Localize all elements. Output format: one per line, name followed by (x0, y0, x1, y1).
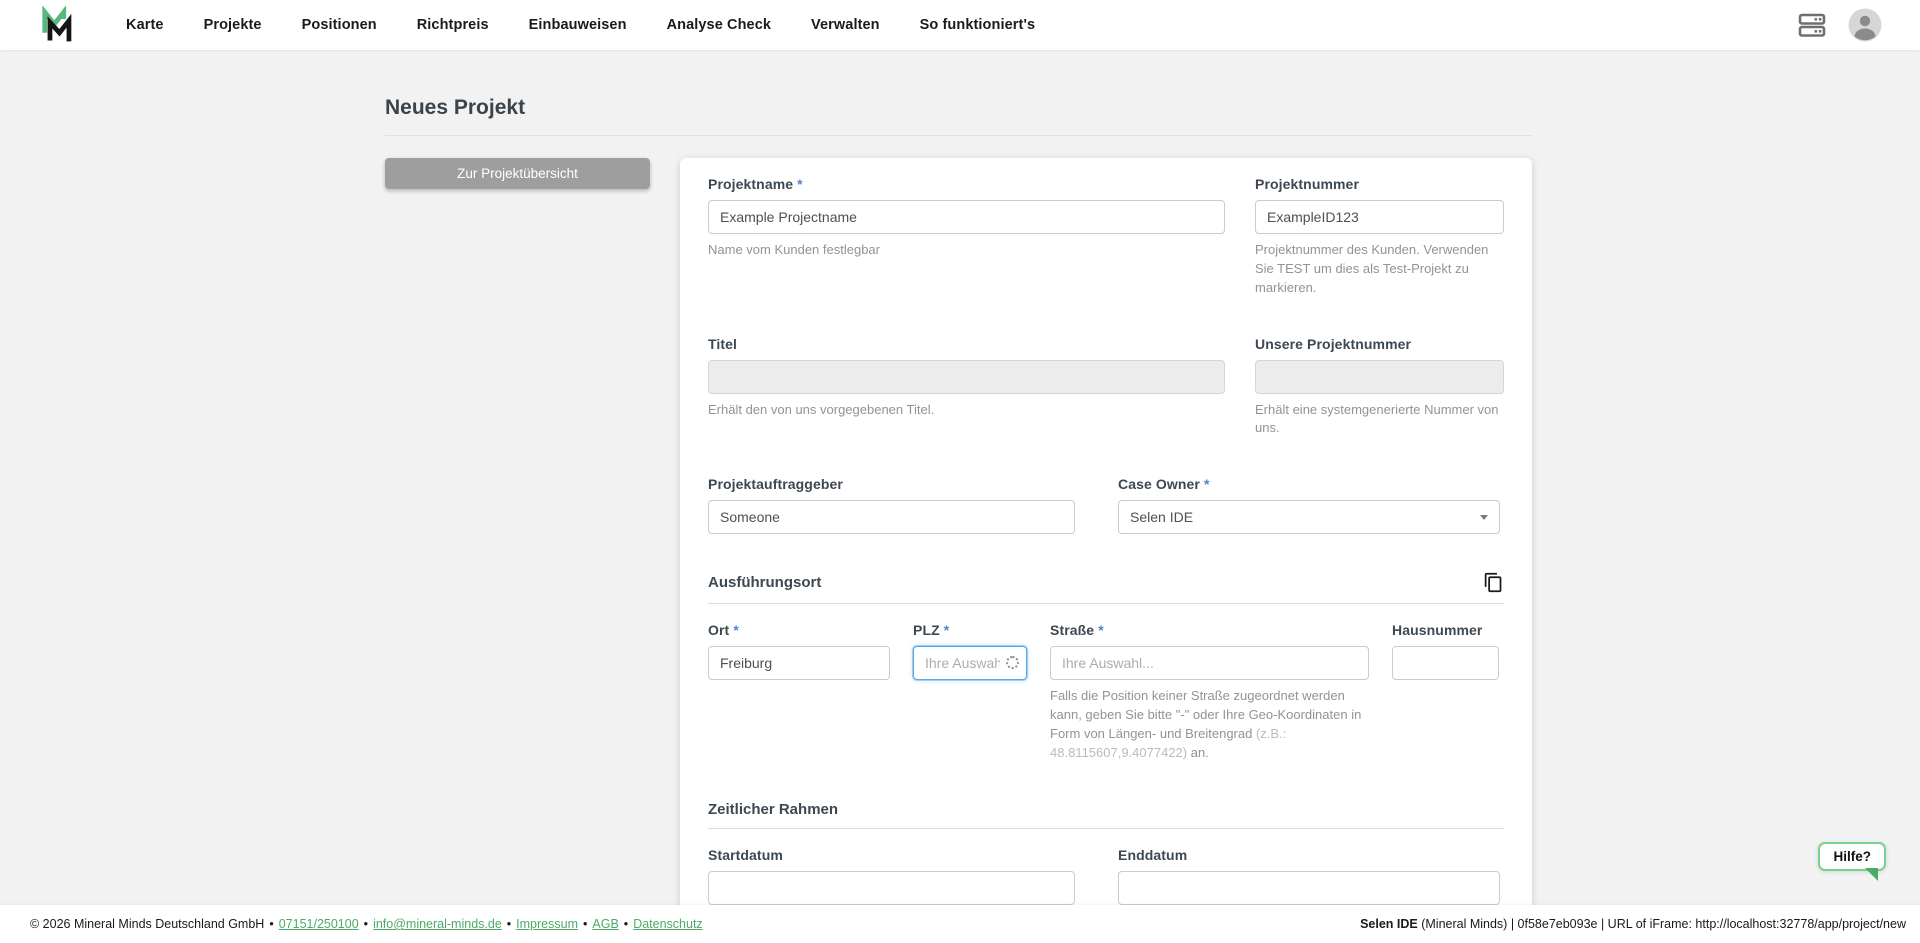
strasse-input[interactable] (1050, 646, 1369, 681)
case-owner-label: Case Owner * (1118, 476, 1210, 493)
projektnummer-field: Projektnummer Projektnummer des Kunden. … (1255, 176, 1504, 298)
required-marker: * (1098, 622, 1104, 639)
ausfuehrungsort-divider (708, 603, 1504, 605)
projektname-field: Projektname* Name vom Kunden festlegbar (708, 176, 1225, 298)
server-icon[interactable] (1798, 12, 1826, 38)
unsere-projektnummer-helper: Erhält eine systemgenerierte Nummer von … (1255, 401, 1499, 436)
required-marker: * (797, 176, 803, 192)
zeitlicher-rahmen-section-header: Zeitlicher Rahmen (708, 801, 1504, 818)
page-title: Neues Projekt (385, 96, 526, 119)
enddatum-field: Enddatum (1118, 847, 1500, 905)
projektname-input[interactable] (708, 200, 1225, 234)
case-owner-field: Case Owner * Selen IDE (1118, 476, 1500, 535)
nav-item-einbauweisen[interactable]: Einbauweisen (529, 17, 627, 33)
footer-left: © 2026 Mineral Minds Deutschland GmbH • … (30, 917, 703, 931)
titel-field: Titel Erhält den von uns vorgegebenen Ti… (708, 336, 1225, 439)
title-divider (385, 135, 1532, 136)
projektnummer-helper: Projektnummer des Kunden. Verwenden Sie … (1255, 242, 1489, 295)
footer: © 2026 Mineral Minds Deutschland GmbH • … (0, 905, 1920, 943)
required-marker: * (1203, 476, 1210, 493)
hausnummer-field: Hausnummer (1392, 622, 1499, 762)
user-avatar-icon[interactable] (1848, 8, 1882, 42)
nav-item-verwalten[interactable]: Verwalten (811, 17, 880, 33)
unsere-projektnummer-field: Unsere Projektnummer Erhält eine systemg… (1255, 336, 1504, 439)
strasse-label: Straße * (1050, 622, 1104, 639)
required-marker: * (943, 622, 950, 639)
footer-link-email[interactable]: info@mineral-minds.de (373, 917, 502, 931)
ausfuehrungsort-title: Ausführungsort (708, 574, 822, 592)
nav-item-karte[interactable]: Karte (126, 17, 164, 33)
unsere-projektnummer-label: Unsere Projektnummer (1255, 335, 1412, 352)
enddatum-label: Enddatum (1118, 846, 1188, 863)
projektnummer-input[interactable] (1255, 200, 1504, 234)
projektname-helper: Name vom Kunden festlegbar (708, 242, 880, 257)
startdatum-input[interactable] (708, 870, 1075, 905)
required-marker: * (733, 622, 739, 639)
case-owner-select[interactable]: Selen IDE (1118, 500, 1500, 535)
footer-link-datenschutz[interactable]: Datenschutz (633, 917, 702, 931)
footer-copyright: © 2026 Mineral Minds Deutschland GmbH (30, 917, 265, 931)
case-owner-value: Selen IDE (1130, 509, 1194, 526)
footer-session-info: Selen IDE (Mineral Minds) | 0f58e7eb093e… (1360, 917, 1906, 931)
nav-item-analyse-check[interactable]: Analyse Check (667, 17, 771, 33)
strasse-helper: Falls die Position keiner Straße zugeord… (1050, 688, 1362, 760)
navbar-right (1798, 8, 1882, 42)
nav-item-projekte[interactable]: Projekte (204, 17, 262, 33)
projektauftraggeber-input[interactable] (708, 500, 1075, 535)
footer-link-impressum[interactable]: Impressum (516, 917, 578, 931)
startdatum-label: Startdatum (708, 846, 783, 863)
projektauftraggeber-label: Projektauftraggeber (708, 476, 843, 493)
titel-label: Titel (708, 335, 738, 352)
plz-field: PLZ * (913, 622, 1027, 762)
project-form-card: Projektname* Name vom Kunden festlegbar … (680, 158, 1532, 905)
ort-field: Ort * (708, 622, 890, 762)
top-navbar: Karte Projekte Positionen Richtpreis Ein… (0, 0, 1920, 50)
help-button[interactable]: Hilfe? (1818, 842, 1886, 881)
mineral-minds-logo-icon[interactable] (36, 5, 76, 45)
ort-input[interactable] (708, 646, 890, 681)
nav-item-richtpreis[interactable]: Richtpreis (417, 17, 489, 33)
nav-item-positionen[interactable]: Positionen (302, 17, 377, 33)
ausfuehrungsort-section-header: Ausführungsort (708, 572, 1504, 593)
plz-label: PLZ * (913, 622, 950, 639)
enddatum-input[interactable] (1118, 870, 1500, 905)
footer-link-agb[interactable]: AGB (592, 917, 618, 931)
project-overview-button[interactable]: Zur Projektübersicht (385, 158, 650, 189)
nav-item-so-funktionierts[interactable]: So funktioniert's (920, 17, 1036, 33)
footer-link-phone[interactable]: 07151/250100 (279, 917, 359, 931)
copy-icon[interactable] (1483, 572, 1504, 593)
startdatum-field: Startdatum (708, 847, 1075, 905)
main-menu: Karte Projekte Positionen Richtpreis Ein… (126, 17, 1035, 33)
chevron-down-icon (1480, 514, 1488, 520)
unsere-projektnummer-input (1255, 359, 1504, 394)
projektauftraggeber-field: Projektauftraggeber (708, 476, 1075, 535)
titel-input (708, 359, 1225, 394)
help-button-label: Hilfe? (1833, 849, 1871, 864)
zeitlicher-rahmen-title: Zeitlicher Rahmen (708, 800, 839, 818)
page-content: Neues Projekt Zur Projektübersicht Proje… (0, 50, 1920, 905)
hausnummer-label: Hausnummer (1392, 622, 1483, 639)
titel-helper: Erhält den von uns vorgegebenen Titel. (708, 401, 935, 417)
projektnummer-label: Projektnummer (1255, 176, 1359, 192)
ort-label: Ort * (708, 622, 739, 639)
projektname-label: Projektname * (708, 176, 803, 192)
zeitlicher-rahmen-divider (708, 827, 1504, 829)
hausnummer-input[interactable] (1392, 646, 1499, 681)
strasse-field: Straße* Falls die Position keiner Straße… (1050, 622, 1369, 762)
